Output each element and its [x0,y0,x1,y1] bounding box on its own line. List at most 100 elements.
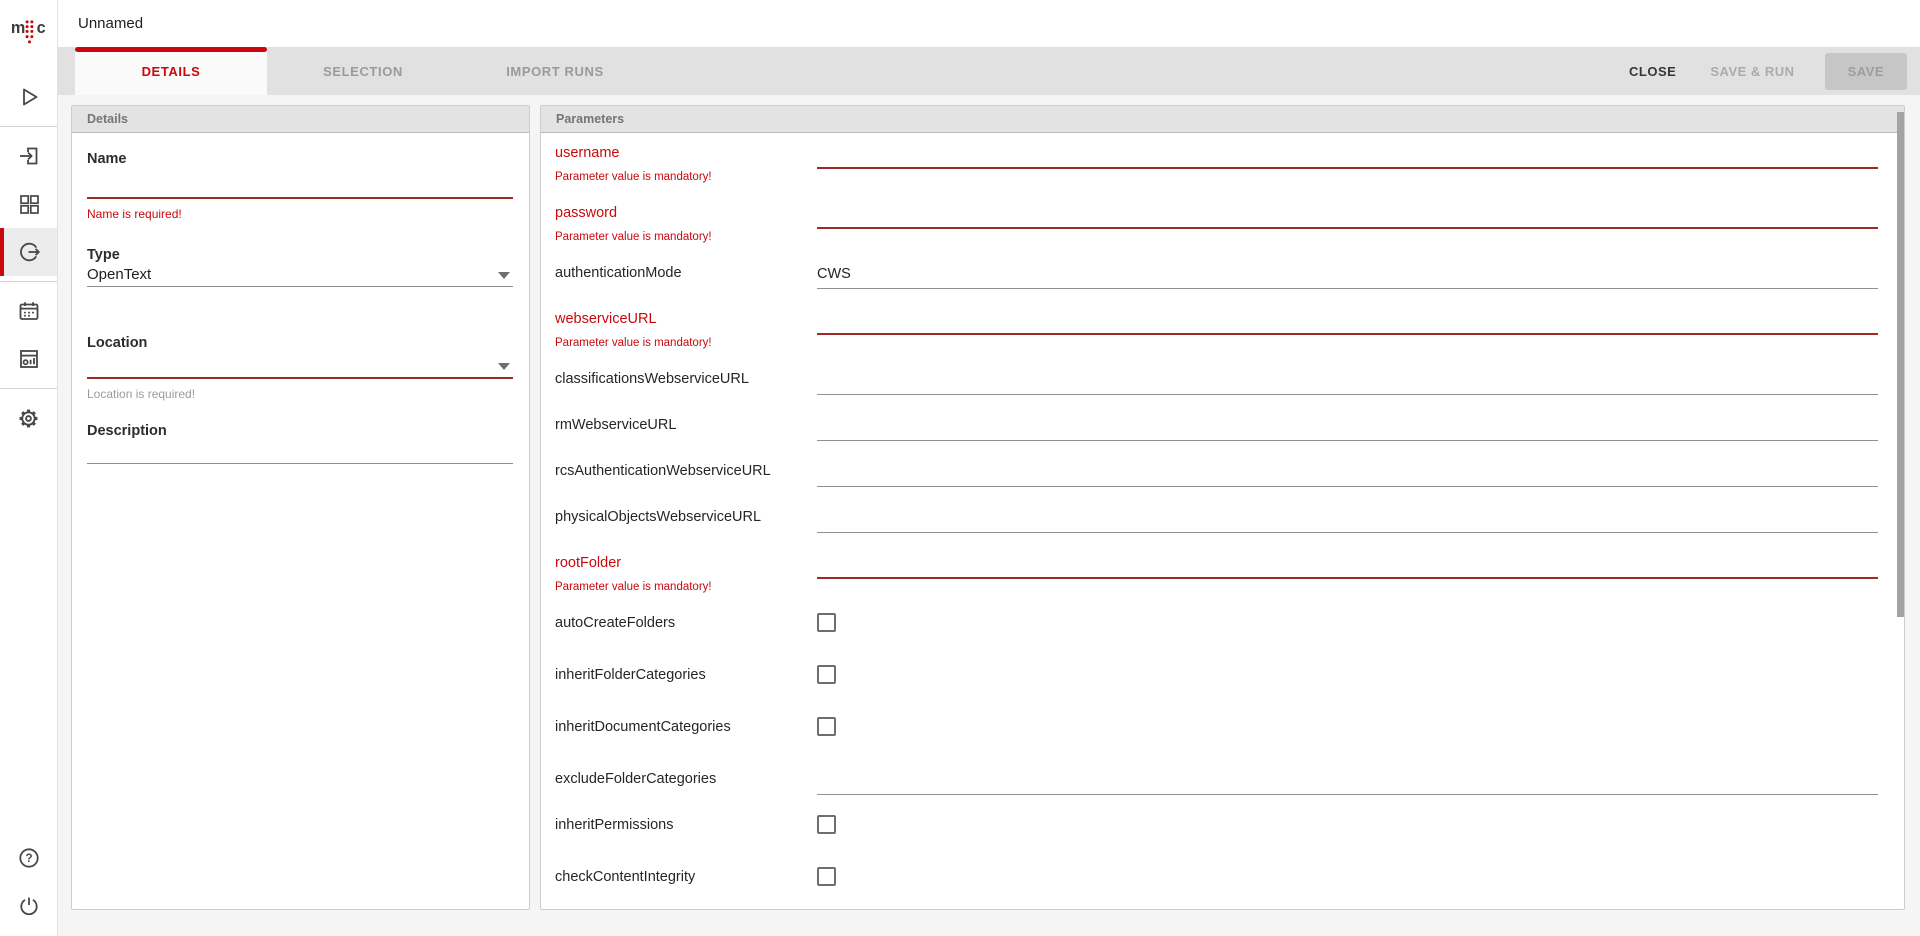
parameter-row: username Parameter value is mandatory! [555,139,1878,199]
parameter-label-cell: classificationsWebserviceURL [555,365,817,387]
parameter-checkbox[interactable] [817,717,836,736]
parameter-value-cell [817,765,1878,795]
parameter-label: classificationsWebserviceURL [555,371,817,387]
parameter-input[interactable] [817,139,1878,169]
parameter-value-cell [817,713,1878,736]
parameter-label-cell: checkContentIntegrity [555,863,817,885]
parameter-row: webserviceURL Parameter value is mandato… [555,305,1878,365]
parameter-input[interactable] [817,457,1878,487]
parameter-value: CWS [817,266,851,282]
sidebar-divider [0,126,57,127]
parameter-value-cell [817,811,1878,834]
sidebar-item-scheduler[interactable] [0,287,57,335]
parameter-input[interactable] [817,199,1878,229]
tab-selection[interactable]: SELECTION [267,47,459,95]
parameter-label: inheritDocumentCategories [555,719,817,735]
parameter-label-cell: username Parameter value is mandatory! [555,139,817,183]
parameter-checkbox[interactable] [817,613,836,632]
parameter-value-cell [817,661,1878,684]
parameter-input[interactable] [817,549,1878,579]
parameter-label-cell: physicalObjectsWebserviceURL [555,503,817,525]
parameter-value-cell [817,411,1878,441]
parameter-label: autoCreateFolders [555,615,817,631]
report-chart-icon [16,346,42,372]
parameter-label: inheritPermissions [555,817,817,833]
content-area: Details Name Name is required! Type Open… [58,95,1920,936]
parameter-row: inheritFolderCategories [555,661,1878,713]
location-select[interactable] [87,351,513,379]
parameter-row: rootFolder Parameter value is mandatory! [555,549,1878,609]
parameter-label: rmWebserviceURL [555,417,817,433]
parameter-label-cell: rcsAuthenticationWebserviceURL [555,457,817,479]
parameter-row: rmWebserviceURL [555,411,1878,457]
location-label: Location [87,335,513,351]
details-panel-title: Details [87,112,128,126]
parameter-error-text: Parameter value is mandatory! [555,231,817,243]
parameter-input[interactable] [817,411,1878,441]
parameter-row: autoCreateFolders [555,609,1878,661]
type-select[interactable]: OpenText [87,263,513,287]
dropdown-arrow-icon [498,272,510,279]
parameter-label: rcsAuthenticationWebserviceURL [555,463,817,479]
tab-import-runs[interactable]: IMPORT RUNS [459,47,651,95]
sidebar-item-reports[interactable] [0,335,57,383]
parameter-label-cell: password Parameter value is mandatory! [555,199,817,243]
sidebar-item-export[interactable] [0,228,57,276]
parameter-label-cell: autoCreateFolders [555,609,817,631]
tab-strip: DETAILS SELECTION IMPORT RUNS CLOSE SAVE… [58,47,1920,95]
page-title: Unnamed [78,15,143,32]
tab-details[interactable]: DETAILS [75,47,267,95]
svg-text:c: c [36,19,45,37]
sidebar-item-settings[interactable] [0,394,57,442]
sidebar-divider [0,388,57,389]
details-form: Name Name is required! Type OpenText Loc… [72,133,529,909]
save-and-run-button[interactable]: SAVE & RUN [1710,64,1794,79]
parameter-input[interactable] [817,305,1878,335]
migration-center-logo-icon: m c [8,8,50,52]
dropdown-arrow-icon [498,363,510,370]
parameter-row: authenticationMode CWS [555,259,1878,305]
sidebar-item-import[interactable] [0,132,57,180]
details-panel-header: Details [72,106,529,133]
parameter-input[interactable] [817,365,1878,395]
sidebar-item-help[interactable]: ? [0,834,57,882]
parameter-row: password Parameter value is mandatory! [555,199,1878,259]
parameter-row: rcsAuthenticationWebserviceURL [555,457,1878,503]
parameter-input[interactable]: CWS [817,259,1878,289]
parameter-checkbox[interactable] [817,665,836,684]
parameter-label: username [555,145,817,161]
type-label: Type [87,247,513,263]
parameter-label-cell: inheritDocumentCategories [555,713,817,735]
parameter-label-cell: webserviceURL Parameter value is mandato… [555,305,817,349]
name-label: Name [87,151,513,167]
parameter-label-cell: authenticationMode [555,259,817,281]
close-button[interactable]: CLOSE [1629,64,1676,79]
parameter-label: inheritFolderCategories [555,667,817,683]
parameter-row: excludeFolderCategories [555,765,1878,811]
parameter-label-cell: rootFolder Parameter value is mandatory! [555,549,817,593]
parameter-checkbox[interactable] [817,815,836,834]
play-icon [16,84,42,110]
sidebar-item-logout[interactable] [0,882,57,930]
parameter-row: inheritPermissions [555,811,1878,863]
sidebar-item-run[interactable] [0,73,57,121]
details-panel: Details Name Name is required! Type Open… [71,105,530,910]
save-button[interactable]: SAVE [1825,53,1907,90]
sidebar-divider [0,281,57,282]
scrollbar-thumb[interactable] [1897,112,1904,617]
parameters-panel: Parameters username Parameter value is m… [540,105,1905,910]
name-input[interactable] [87,167,513,199]
description-input[interactable] [87,439,513,464]
parameter-input[interactable] [817,503,1878,533]
parameter-value-cell [817,305,1878,335]
parameter-value-cell [817,199,1878,229]
parameter-input[interactable] [817,765,1878,795]
sidebar-item-overview[interactable] [0,180,57,228]
parameter-checkbox[interactable] [817,867,836,886]
parameter-row: classificationsWebserviceURL [555,365,1878,411]
field-description: Description [87,423,513,464]
parameter-label-cell: inheritFolderCategories [555,661,817,683]
power-icon [16,893,42,919]
parameter-label-cell: inheritPermissions [555,811,817,833]
export-icon [16,239,42,265]
